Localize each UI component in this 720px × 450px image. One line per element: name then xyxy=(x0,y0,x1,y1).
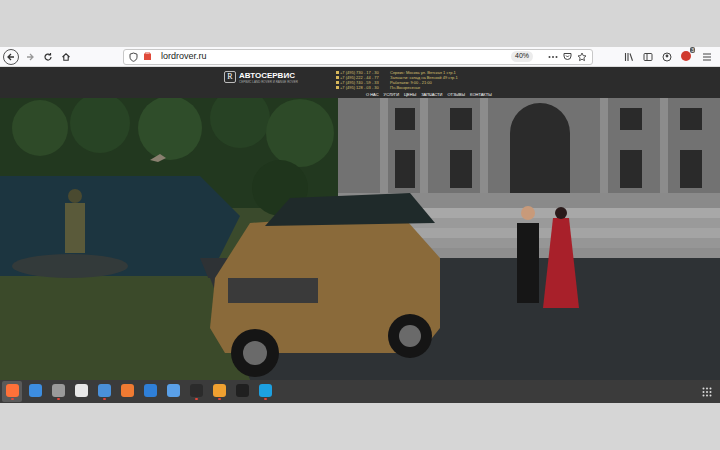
app-icon xyxy=(29,384,42,397)
app-icon xyxy=(144,384,157,397)
site-header: R АВТОСЕРВИС СЕРВИС LAND ROVER И RANGE R… xyxy=(0,67,720,98)
app-icon xyxy=(213,384,226,397)
site-nav: О НАС УСЛУГИ ЦЕНЫ ЗАПЧАСТИ ОТЗЫВЫ КОНТАКТЫ xyxy=(366,92,492,97)
app-grid-icon[interactable] xyxy=(702,387,712,397)
sidebar-icon[interactable] xyxy=(643,52,653,62)
reload-icon[interactable] xyxy=(43,52,53,62)
app-icon xyxy=(190,384,203,397)
account-icon[interactable] xyxy=(662,52,672,62)
info-line: Запчасти: склад на Вятской 49 стр.1 xyxy=(390,75,482,80)
taskbar-app[interactable] xyxy=(255,381,275,402)
phone-icon xyxy=(336,86,339,89)
taskbar-app[interactable] xyxy=(71,381,91,402)
running-indicator xyxy=(103,398,106,400)
nav-item[interactable]: ОТЗЫВЫ xyxy=(447,92,465,97)
running-indicator xyxy=(195,398,198,400)
phone-row: +7 (495) 730 - 17 - 30 xyxy=(336,70,390,75)
taskbar-app[interactable] xyxy=(117,381,137,402)
app-icon xyxy=(98,384,111,397)
running-indicator xyxy=(80,398,83,400)
url-text: lordrover.ru xyxy=(161,50,207,64)
running-indicator xyxy=(149,398,152,400)
hero-illustration xyxy=(0,98,720,380)
taskbar xyxy=(0,380,720,403)
phone-icon xyxy=(336,81,339,84)
app-icon xyxy=(121,384,134,397)
running-indicator xyxy=(57,398,60,400)
info-list: Сервис: Москва ул. Вятская 1 стр.1Запчас… xyxy=(390,70,482,90)
taskbar-app[interactable] xyxy=(209,381,229,402)
phone-row: +7 (495) 128 - 03 - 30 xyxy=(336,85,390,90)
info-line: Работаем: 9:00 - 21:00 xyxy=(390,80,482,85)
extension-icon xyxy=(681,51,691,61)
home-icon[interactable] xyxy=(61,52,71,62)
phone-row: +7 (495) 222 - 44 - 77 xyxy=(336,75,390,80)
zoom-badge[interactable]: 40% xyxy=(511,51,533,62)
running-indicator xyxy=(172,398,175,400)
more-actions-icon[interactable] xyxy=(548,55,558,59)
extension-badge: 3 xyxy=(690,47,695,53)
site-logo[interactable]: R АВТОСЕРВИС СЕРВИС LAND ROVER И RANGE R… xyxy=(224,70,336,98)
info-line: Сервис: Москва ул. Вятская 1 стр.1 xyxy=(390,70,482,75)
app-icon xyxy=(259,384,272,397)
app-icon xyxy=(236,384,249,397)
running-indicator xyxy=(11,398,14,400)
star-icon[interactable] xyxy=(577,52,587,62)
phone-row: +7 (495) 740 - 59 - 33 xyxy=(336,80,390,85)
forward-arrow-icon[interactable] xyxy=(25,52,35,62)
url-bar[interactable]: lordrover.ru 40% xyxy=(123,49,593,65)
back-button[interactable] xyxy=(3,49,19,65)
phone-number[interactable]: +7 (495) 128 - 03 - 30 xyxy=(340,85,379,90)
logo-letter: R xyxy=(227,73,232,81)
running-indicator xyxy=(218,398,221,400)
pocket-icon[interactable] xyxy=(563,52,572,61)
app-icon xyxy=(52,384,65,397)
taskbar-app[interactable] xyxy=(232,381,252,402)
taskbar-app[interactable] xyxy=(25,381,45,402)
phone-list: +7 (495) 730 - 17 - 30+7 (495) 222 - 44 … xyxy=(336,70,390,90)
brand-tagline: СЕРВИС LAND ROVER И RANGE ROVER xyxy=(239,80,298,84)
brand-name: АВТОСЕРВИС xyxy=(239,71,298,80)
nav-item[interactable]: УСЛУГИ xyxy=(384,92,400,97)
taskbar-app[interactable] xyxy=(163,381,183,402)
taskbar-app[interactable] xyxy=(2,381,22,402)
nav-item[interactable]: О НАС xyxy=(366,92,379,97)
running-indicator xyxy=(34,398,37,400)
library-icon[interactable] xyxy=(624,52,634,62)
running-indicator xyxy=(126,398,129,400)
phone-icon xyxy=(336,76,339,79)
phone-number[interactable]: +7 (495) 730 - 17 - 30 xyxy=(340,70,379,75)
back-arrow-icon xyxy=(6,52,16,62)
nav-item[interactable]: ЗАПЧАСТИ xyxy=(421,92,442,97)
phone-number[interactable]: +7 (495) 740 - 59 - 33 xyxy=(340,80,379,85)
browser-toolbar: lordrover.ru 40% 3 xyxy=(0,47,720,67)
app-icon xyxy=(75,384,88,397)
taskbar-app[interactable] xyxy=(94,381,114,402)
info-line: Пн-Воскресенье xyxy=(390,85,482,90)
taskbar-app[interactable] xyxy=(48,381,68,402)
running-indicator xyxy=(241,398,244,400)
nav-item[interactable]: ЦЕНЫ xyxy=(404,92,416,97)
extension-button[interactable]: 3 xyxy=(681,51,692,62)
phone-number[interactable]: +7 (495) 222 - 44 - 77 xyxy=(340,75,379,80)
site-icon xyxy=(143,52,152,61)
running-indicator xyxy=(264,398,267,400)
app-icon xyxy=(167,384,180,397)
nav-item[interactable]: КОНТАКТЫ xyxy=(470,92,492,97)
taskbar-app[interactable] xyxy=(140,381,160,402)
app-icon xyxy=(6,384,19,397)
menu-icon[interactable] xyxy=(702,52,712,62)
phone-icon xyxy=(336,71,339,74)
taskbar-app[interactable] xyxy=(186,381,206,402)
shield-icon xyxy=(129,52,138,62)
